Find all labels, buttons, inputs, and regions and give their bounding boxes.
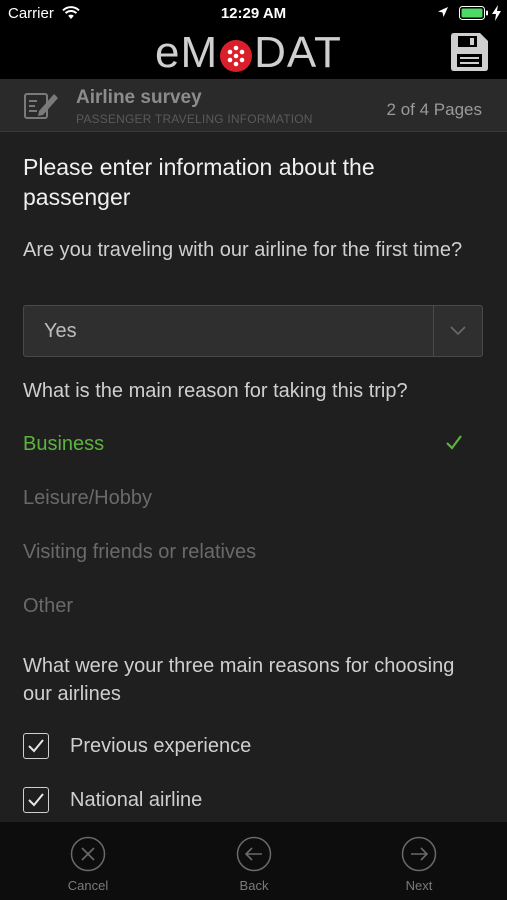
form-heading: Please enter information about the passe…	[23, 154, 375, 210]
save-button[interactable]	[448, 31, 490, 78]
checkbox-previous-experience[interactable]	[23, 733, 49, 759]
next-button[interactable]: Next	[369, 836, 469, 893]
option-leisure[interactable]: Leisure/Hobby	[23, 487, 152, 510]
cancel-label: Cancel	[67, 878, 109, 893]
cancel-icon	[70, 836, 106, 872]
option-visiting-friends[interactable]: Visiting friends or relatives	[23, 541, 256, 564]
chevron-down-icon[interactable]	[448, 323, 468, 344]
checkbox-label[interactable]: Previous experience	[70, 735, 251, 758]
logo-text-right: DAT	[254, 28, 342, 77]
floppy-disk-icon	[451, 33, 488, 71]
option-business[interactable]: Business	[23, 433, 104, 456]
app-header: eM DAT	[0, 28, 507, 79]
arrow-right-icon	[401, 836, 437, 872]
app-logo: eM DAT	[155, 30, 342, 76]
survey-title: Airline survey	[76, 87, 202, 108]
option-other[interactable]: Other	[23, 595, 73, 618]
cancel-button[interactable]: Cancel	[38, 836, 138, 893]
back-button[interactable]: Back	[204, 836, 304, 893]
logo-text-left: eM	[155, 28, 219, 77]
survey-header: Airline survey PASSENGER TRAVELING INFOR…	[0, 79, 507, 132]
question-first-time: Are you traveling with our airline for t…	[23, 239, 463, 261]
logo-dice-icon	[219, 36, 253, 72]
charging-bolt-icon	[492, 5, 501, 26]
checkbox-national-airline[interactable]	[23, 787, 49, 813]
checkmark-icon	[444, 432, 464, 457]
first-time-select[interactable]: Yes	[23, 305, 483, 357]
survey-subtitle: PASSENGER TRAVELING INFORMATION	[76, 112, 313, 126]
survey-edit-icon	[23, 89, 59, 126]
survey-form: Please enter information about the passe…	[0, 132, 507, 822]
location-arrow-icon	[437, 6, 449, 24]
bottom-toolbar: Cancel Back Next	[0, 822, 507, 900]
checkbox-label[interactable]: National airline	[70, 789, 202, 812]
first-time-select-value: Yes	[44, 320, 77, 342]
status-bar: Carrier 12:29 AM	[0, 0, 507, 28]
clock: 12:29 AM	[220, 5, 287, 22]
page-indicator: 2 of 4 Pages	[386, 100, 482, 119]
check-icon	[28, 793, 44, 807]
select-divider	[433, 306, 434, 356]
battery-icon	[459, 6, 489, 25]
arrow-left-icon	[236, 836, 272, 872]
back-label: Back	[239, 878, 269, 893]
question-trip-reason: What is the main reason for taking this …	[23, 380, 408, 402]
next-label: Next	[405, 878, 433, 893]
check-icon	[28, 739, 44, 753]
question-choice-reasons: What were your three main reasons for ch…	[23, 655, 455, 705]
